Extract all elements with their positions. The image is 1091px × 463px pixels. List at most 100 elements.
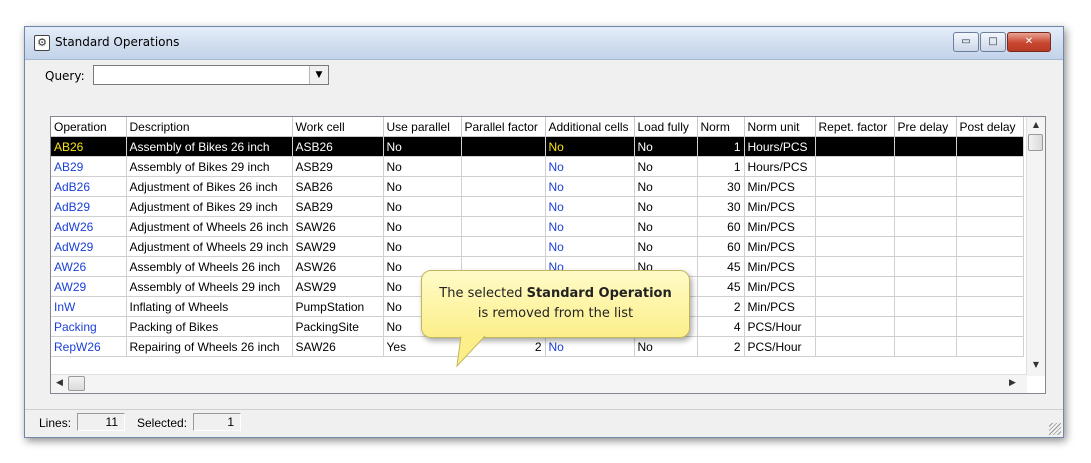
table-cell: Inflating of Wheels: [126, 296, 293, 317]
column-header[interactable]: Norm: [697, 117, 745, 137]
table-cell: No: [545, 236, 635, 257]
maximize-button[interactable]: □: [980, 32, 1006, 52]
table-cell: AdW26: [51, 216, 127, 237]
column-header[interactable]: Description: [126, 117, 293, 137]
table-cell: Min/PCS: [744, 216, 816, 237]
table-row[interactable]: RepW26 Repairing of Wheels 26 inch SAW26 Ye…: [51, 336, 1024, 357]
column-header[interactable]: Additional cells: [545, 117, 635, 137]
status-bar: Lines: 11 Selected: 1: [25, 409, 1063, 437]
table-cell: [815, 216, 895, 237]
table-cell: SAB26: [292, 176, 384, 197]
callout-text-bold: Standard Operation: [526, 286, 672, 301]
table-cell: AW26: [51, 256, 127, 277]
table-cell: No: [383, 236, 462, 257]
table-row[interactable]: AdB26 Adjustment of Bikes 26 inch SAB26 No N…: [51, 176, 1024, 197]
table-row[interactable]: AB29 Assembly of Bikes 29 inch ASB29 No No No…: [51, 156, 1024, 177]
table-cell: [956, 136, 1024, 157]
table-cell: Hours/PCS: [744, 136, 816, 157]
horizontal-scroll-thumb[interactable]: [68, 376, 85, 391]
table-cell: 2: [697, 336, 745, 357]
table-cell: [815, 316, 895, 337]
table-cell: 1: [697, 156, 745, 177]
vertical-scroll-thumb[interactable]: [1028, 134, 1043, 151]
query-dropdown[interactable]: ▼: [93, 65, 329, 85]
table-cell: No: [634, 136, 698, 157]
table-cell: 30: [697, 176, 745, 197]
table-cell: [956, 256, 1024, 277]
table-cell: [815, 296, 895, 317]
table-header: Operation Description Work cell Use paralle…: [51, 117, 1024, 137]
column-header[interactable]: Pre delay: [894, 117, 957, 137]
table-cell: [956, 276, 1024, 297]
table-cell: [461, 236, 546, 257]
column-header[interactable]: Load fully: [634, 117, 698, 137]
table-cell: [461, 216, 546, 237]
chevron-down-icon[interactable]: ▼: [309, 66, 328, 84]
table-cell: Min/PCS: [744, 276, 816, 297]
column-header[interactable]: Repet. factor: [815, 117, 895, 137]
table-cell: PCS/Hour: [744, 316, 816, 337]
table-cell: [894, 316, 957, 337]
table-cell: Min/PCS: [744, 196, 816, 217]
table-cell: PCS/Hour: [744, 336, 816, 357]
table-row[interactable]: AdW29 Adjustment of Wheels 29 inch SAW29 No…: [51, 236, 1024, 257]
table-cell: AdW29: [51, 236, 127, 257]
table-cell: [461, 156, 546, 177]
table-cell: Assembly of Wheels 26 inch: [126, 256, 293, 277]
table-cell: SAW26: [292, 216, 384, 237]
scroll-right-icon[interactable]: ▶: [1009, 378, 1016, 388]
standard-operations-window: ⚙ Standard Operations ▭ □ ✕ Query: ▼ Ope…: [24, 26, 1064, 438]
table-cell: [815, 196, 895, 217]
table-cell: Min/PCS: [744, 296, 816, 317]
scroll-up-icon[interactable]: ▲: [1027, 120, 1045, 129]
column-header[interactable]: Parallel factor: [461, 117, 546, 137]
table-cell: No: [634, 196, 698, 217]
table-cell: ASB29: [292, 156, 384, 177]
table-cell: [815, 156, 895, 177]
table-cell: AB29: [51, 156, 127, 177]
vertical-scrollbar[interactable]: ▲ ▼: [1026, 117, 1045, 376]
callout-text: The selected Standard Operation is remov…: [422, 284, 689, 324]
table-cell: [956, 296, 1024, 317]
close-button[interactable]: ✕: [1007, 32, 1051, 52]
horizontal-scrollbar[interactable]: ◀ ▶: [51, 374, 1027, 393]
operations-grid: Operation Description Work cell Use paralle…: [50, 116, 1046, 394]
table-row[interactable]: AB26 Assembly of Bikes 26 inch ASB26 No No No…: [51, 136, 1024, 157]
table-cell: Packing: [51, 316, 127, 337]
table-cell: Min/PCS: [744, 256, 816, 277]
table-cell: [461, 136, 546, 157]
table-cell: 30: [697, 196, 745, 217]
table-cell: [956, 176, 1024, 197]
table-cell: [894, 236, 957, 257]
column-header[interactable]: Post delay: [956, 117, 1024, 137]
callout-pointer: [456, 336, 486, 368]
column-header[interactable]: Norm unit: [744, 117, 816, 137]
minimize-button[interactable]: ▭: [953, 32, 979, 52]
callout-tooltip: The selected Standard Operation is remov…: [421, 270, 690, 338]
table-cell: SAW26: [292, 336, 384, 357]
column-header[interactable]: Use parallel: [383, 117, 462, 137]
column-header[interactable]: Work cell: [292, 117, 384, 137]
table-cell: AW29: [51, 276, 127, 297]
callout-text-pre: The selected: [439, 286, 527, 301]
table-cell: SAW29: [292, 236, 384, 257]
table-cell: [894, 276, 957, 297]
column-header[interactable]: Operation: [51, 117, 127, 137]
table-cell: Assembly of Bikes 26 inch: [126, 136, 293, 157]
table-cell: [461, 176, 546, 197]
table-cell: No: [545, 156, 635, 177]
resize-grip-icon[interactable]: [1049, 423, 1061, 435]
table-cell: [956, 236, 1024, 257]
table-cell: [894, 196, 957, 217]
table-row[interactable]: AdW26 Adjustment of Wheels 26 inch SAW26 No…: [51, 216, 1024, 237]
table-cell: 45: [697, 276, 745, 297]
table-row[interactable]: AdB29 Adjustment of Bikes 29 inch SAB29 No N…: [51, 196, 1024, 217]
table-cell: Adjustment of Wheels 29 inch: [126, 236, 293, 257]
table-cell: No: [545, 336, 635, 357]
title-bar[interactable]: ⚙ Standard Operations ▭ □ ✕: [25, 27, 1063, 60]
table-cell: Assembly of Bikes 29 inch: [126, 156, 293, 177]
table-cell: 60: [697, 216, 745, 237]
table-cell: No: [383, 156, 462, 177]
scroll-left-icon[interactable]: ◀: [56, 378, 63, 388]
scroll-down-icon[interactable]: ▼: [1027, 360, 1045, 369]
